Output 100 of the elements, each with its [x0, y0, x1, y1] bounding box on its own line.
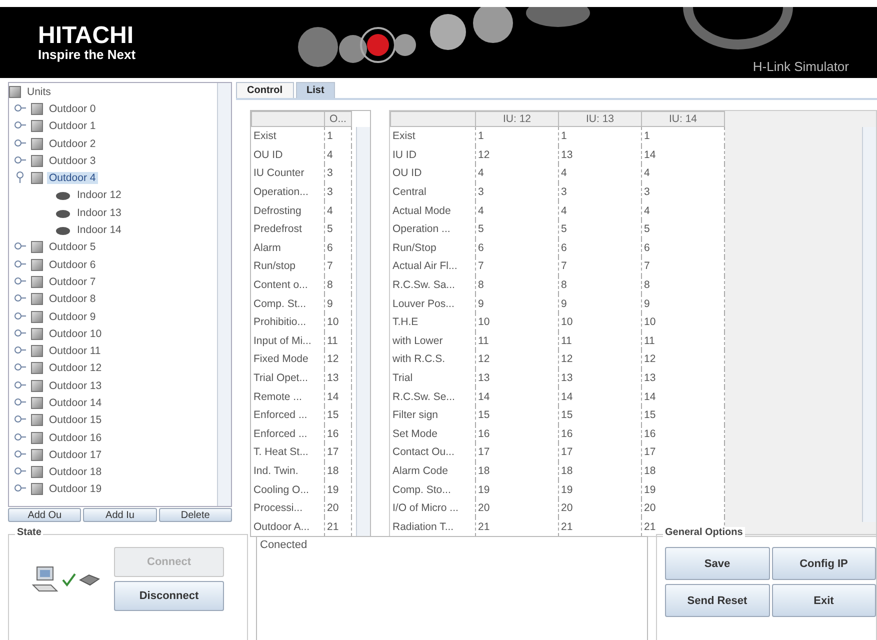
table-cell: 17 [558, 443, 642, 462]
tree-action-button[interactable]: Add Ou [8, 508, 82, 522]
unit-icon [31, 293, 43, 306]
table-cell: 1 [476, 126, 558, 146]
option-button[interactable]: Save [665, 547, 770, 580]
tree-item[interactable]: Outdoor 15 [47, 414, 104, 426]
row-label: Exist [390, 126, 476, 146]
row-label: Comp. Sto... [390, 480, 476, 499]
scrollbar[interactable] [217, 83, 231, 506]
table-cell: 20 [324, 498, 352, 518]
table-cell: 15 [324, 406, 352, 424]
tree-item[interactable]: Outdoor 19 [47, 483, 104, 496]
row-label: Trial [390, 368, 476, 388]
table-cell: 12 [642, 350, 724, 369]
tree-item[interactable]: Indoor 14 [75, 224, 124, 236]
tree-item[interactable]: Outdoor 11 [47, 345, 103, 358]
table-cell: 7 [642, 257, 724, 276]
column-header[interactable]: IU: 13 [558, 112, 642, 126]
tree-item[interactable]: Indoor 12 [75, 189, 124, 202]
table-cell: 3 [476, 182, 558, 202]
tree-item[interactable]: Indoor 13 [75, 206, 124, 219]
table-cell: 7 [324, 257, 352, 276]
table-cell: 16 [476, 424, 558, 444]
table-cell: 9 [476, 294, 558, 313]
product-title: H-Link Simulator [752, 59, 849, 74]
row-label: with Lower [390, 332, 476, 350]
tree-item[interactable]: Outdoor 12 [47, 362, 104, 374]
row-label: Actual Air Fl... [390, 257, 476, 276]
tree-action-button[interactable]: Add Iu [83, 508, 157, 522]
column-header[interactable]: O... [324, 112, 352, 126]
row-label: OU ID [390, 164, 476, 183]
row-label: Enforced ... [252, 406, 324, 424]
tree-item[interactable]: Outdoor 0 [47, 102, 98, 115]
row-label: Comp. St... [252, 294, 324, 313]
row-label: Remote ... [252, 387, 324, 406]
table-cell: 4 [476, 201, 558, 220]
tree-item[interactable]: Units [25, 86, 53, 98]
table-cell: 6 [558, 238, 642, 258]
table-cell: 18 [642, 462, 724, 480]
tab[interactable]: List [296, 82, 336, 98]
unit-icon [31, 258, 43, 271]
tree-item[interactable]: Outdoor 4 [47, 172, 98, 184]
tree-item[interactable]: Outdoor 5 [47, 241, 98, 254]
tree-item[interactable]: Outdoor 10 [47, 328, 104, 340]
unit-icon [31, 120, 43, 132]
tree-item[interactable]: Outdoor 3 [47, 154, 98, 167]
option-button[interactable]: Config IP [772, 547, 876, 580]
row-label: Contact Ou... [390, 443, 476, 462]
connection-button[interactable]: Disconnect [114, 581, 224, 611]
option-button[interactable]: Send Reset [665, 584, 770, 617]
tree-item[interactable]: Outdoor 13 [47, 380, 104, 392]
folder-icon [9, 86, 21, 98]
row-label: IU Counter [252, 164, 324, 183]
row-label: with R.C.S. [390, 350, 476, 369]
scrollbar[interactable] [356, 127, 370, 536]
table-cell: 21 [476, 517, 558, 536]
tree-item[interactable]: Outdoor 8 [47, 293, 98, 306]
row-label: T.H.E [390, 312, 476, 332]
table-cell: 17 [642, 443, 724, 462]
table-cell: 3 [324, 164, 352, 183]
row-label: Content o... [252, 276, 324, 294]
log-text: Conected [260, 539, 308, 551]
table-cell: 12 [476, 146, 558, 164]
table-cell: 11 [476, 332, 558, 350]
tab[interactable]: Control [236, 82, 294, 98]
tree-item[interactable]: Outdoor 18 [47, 466, 104, 478]
tree-item[interactable]: Outdoor 9 [47, 310, 98, 322]
option-button[interactable]: Exit [772, 584, 876, 617]
table-cell: 14 [476, 387, 558, 406]
row-label: Ind. Twin. [252, 462, 324, 480]
scrollbar[interactable] [862, 127, 876, 522]
tree-item[interactable]: Outdoor 1 [47, 120, 98, 132]
table-cell: 19 [324, 480, 352, 499]
tree-item[interactable]: Outdoor 6 [47, 258, 98, 271]
row-label: Louver Pos... [390, 294, 476, 313]
tree-item[interactable]: Outdoor 17 [47, 448, 104, 461]
table-cell: 4 [324, 201, 352, 220]
tree-item[interactable]: Outdoor 2 [47, 138, 98, 150]
tree-item[interactable]: Outdoor 14 [47, 396, 104, 409]
table-cell: 5 [476, 220, 558, 239]
row-label: Central [390, 182, 476, 202]
table-cell: 16 [558, 424, 642, 444]
table-cell: 12 [324, 350, 352, 369]
table-cell: 15 [476, 406, 558, 424]
table-cell: 19 [642, 480, 724, 499]
row-label: Set Mode [390, 424, 476, 444]
tagline: Inspire the Next [38, 48, 137, 62]
unit-icon [31, 362, 43, 374]
row-label: R.C.Sw. Se... [390, 387, 476, 406]
table-cell: 11 [642, 332, 724, 350]
table-cell: 9 [642, 294, 724, 313]
table-cell: 10 [476, 312, 558, 332]
table-cell: 1 [642, 126, 724, 146]
tree-item[interactable]: Outdoor 7 [47, 276, 98, 288]
tree-action-button[interactable]: Delete [158, 508, 232, 522]
tree-item[interactable]: Outdoor 16 [47, 432, 104, 444]
column-header[interactable]: IU: 12 [476, 112, 558, 126]
table-cell: 5 [324, 220, 352, 239]
column-header[interactable]: IU: 14 [642, 112, 724, 126]
table-cell: 19 [476, 480, 558, 499]
